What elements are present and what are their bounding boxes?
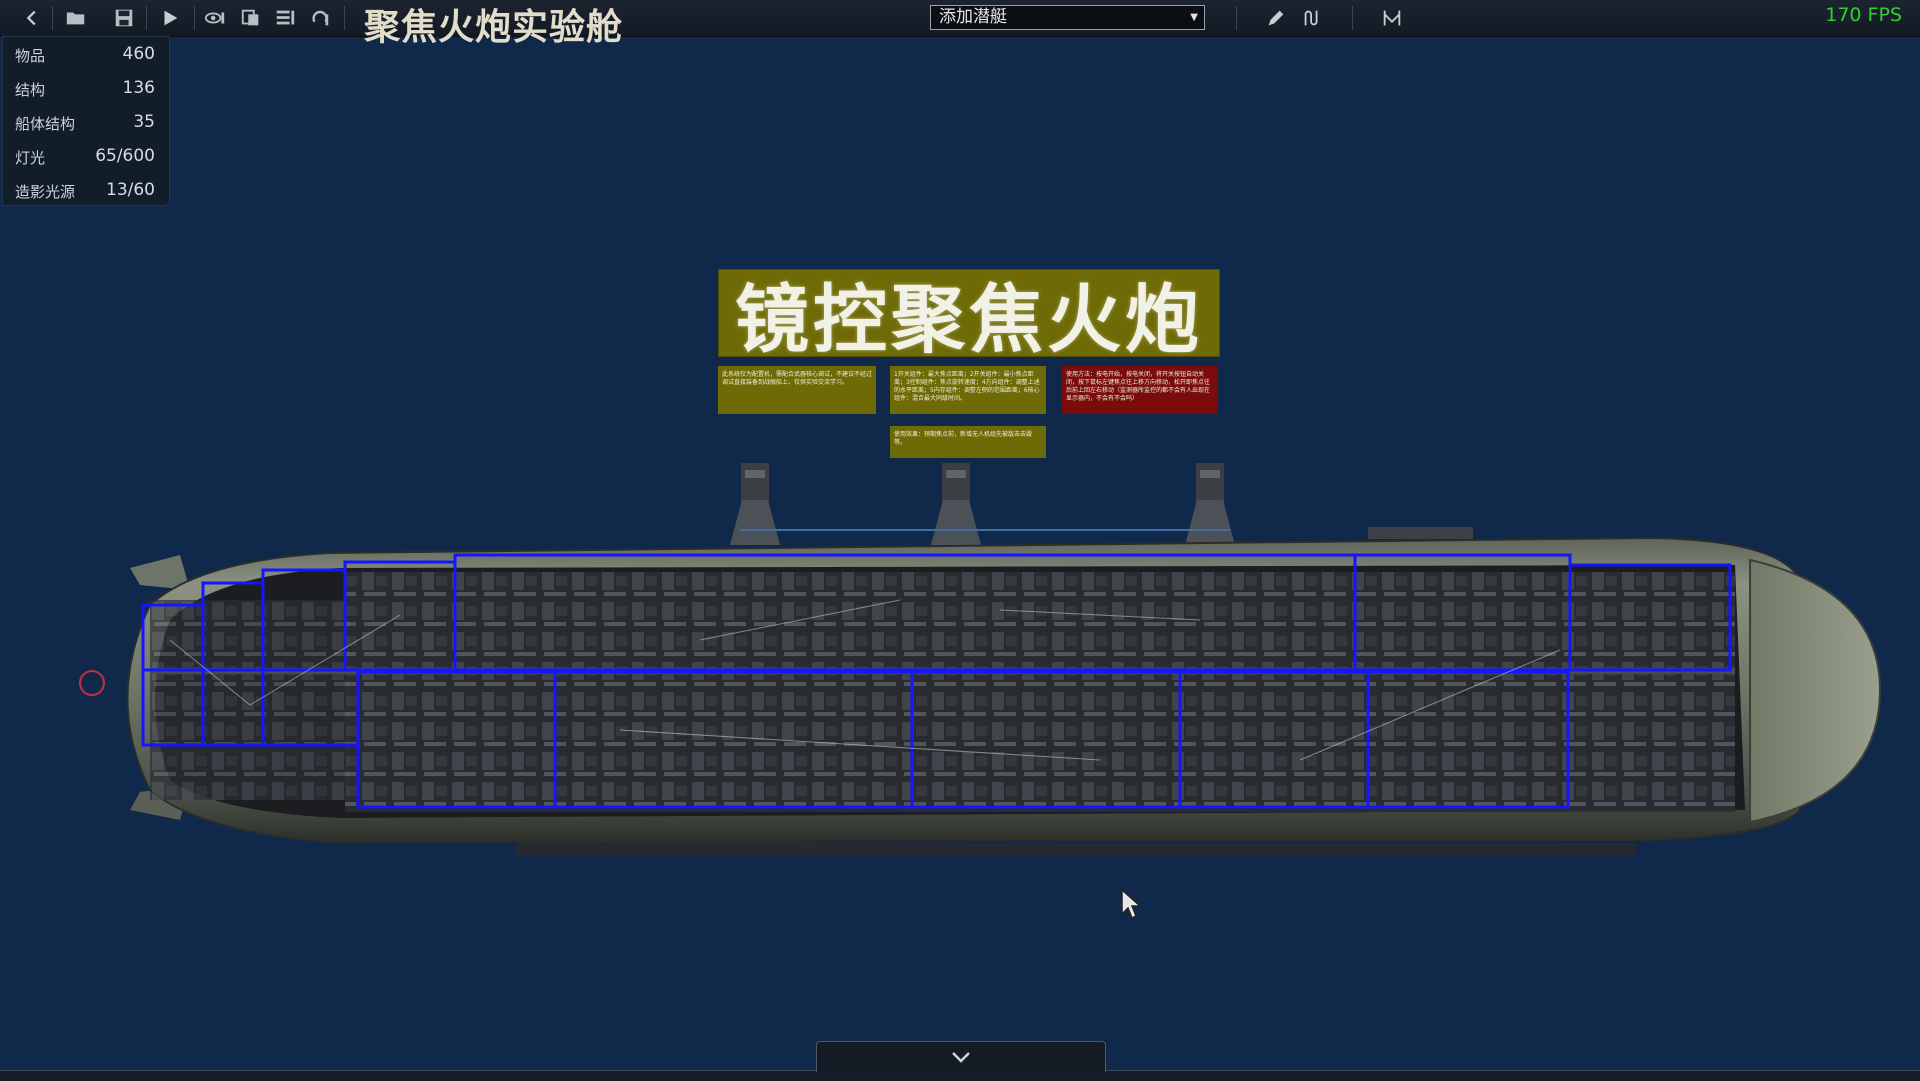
- back-icon[interactable]: [18, 4, 46, 32]
- stat-row-structures: 结构 136: [3, 71, 169, 106]
- stat-row-lights: 灯光 65/600: [3, 139, 169, 174]
- stat-value: 13/60: [106, 180, 155, 200]
- undo-icon[interactable]: [306, 4, 334, 32]
- stat-row-items: 物品 460: [3, 37, 169, 72]
- stat-label: 船体结构: [15, 115, 76, 133]
- submarine-editor-canvas[interactable]: [0, 0, 1920, 1080]
- entity-list-icon[interactable]: [271, 4, 299, 32]
- title-sign-text: 镜控聚焦火炮: [735, 276, 1203, 363]
- save-icon[interactable]: [110, 4, 138, 32]
- layers-icon[interactable]: [237, 4, 265, 32]
- stat-label: 物品: [15, 47, 46, 65]
- stat-value: 65/600: [95, 146, 155, 166]
- submarine-title: 聚焦火炮实验舱: [364, 7, 624, 48]
- chevron-down-icon: ▼: [1190, 12, 1198, 23]
- mouse-cursor-icon: [1121, 888, 1142, 920]
- note-sign-2[interactable]: 1开关组件：最大焦点距离；2开关组件：最小焦点距离；3控制组件：焦点旋转速度；4…: [890, 366, 1046, 414]
- fps-counter: 170 FPS: [1825, 4, 1902, 26]
- editor-toolbar: 聚焦火炮实验舱 添加潜艇 ▼ 170 FPS: [0, 0, 1920, 48]
- visibility-icon[interactable]: [201, 4, 229, 32]
- note-sign-1[interactable]: 此系统仅为配置机，需配合武器核心调试，不建议不经过调试直接装备到战舰船上，仅供实…: [718, 366, 876, 414]
- pencil-icon[interactable]: [1262, 4, 1290, 32]
- turret-center[interactable]: [931, 463, 981, 545]
- stat-label: 结构: [15, 81, 46, 99]
- turret-left[interactable]: [730, 463, 780, 545]
- stat-label: 灯光: [15, 149, 46, 167]
- chevron-down-icon: [952, 1052, 970, 1063]
- expand-panel-button[interactable]: [816, 1041, 1106, 1072]
- note-sign-3[interactable]: 使用方法：按电开始，按电关闭，将开关按钮自动关闭，按下鼠标左键焦点往上移方向移动…: [1062, 366, 1218, 414]
- stat-value: 136: [122, 78, 155, 98]
- docking-port[interactable]: [79, 670, 105, 696]
- stat-row-shadow-lights: 造影光源 13/60: [3, 173, 169, 208]
- stat-value: 460: [122, 44, 155, 64]
- stats-panel: 物品 460 结构 136 船体结构 35 灯光 65/600 造影光源 13/…: [2, 36, 170, 206]
- stat-label: 造影光源: [15, 183, 76, 201]
- note-sign-4[interactable]: 使用效果：预期焦点前，新增无人机组先被敌击击毁等。: [890, 426, 1046, 458]
- play-test-icon[interactable]: [156, 4, 184, 32]
- open-folder-icon[interactable]: [62, 4, 90, 32]
- turret-right[interactable]: [1185, 463, 1235, 545]
- waypoint-icon[interactable]: [1378, 4, 1406, 32]
- stat-row-hull: 船体结构 35: [3, 105, 169, 140]
- stat-value: 35: [133, 112, 155, 132]
- wiring-mode-icon[interactable]: [1298, 4, 1326, 32]
- top-hatch[interactable]: [1368, 527, 1473, 539]
- add-submarine-dropdown[interactable]: 添加潜艇 ▼: [930, 5, 1205, 30]
- title-sign[interactable]: 镜控聚焦火炮: [718, 269, 1220, 363]
- add-submarine-dropdown-label: 添加潜艇: [939, 7, 1007, 27]
